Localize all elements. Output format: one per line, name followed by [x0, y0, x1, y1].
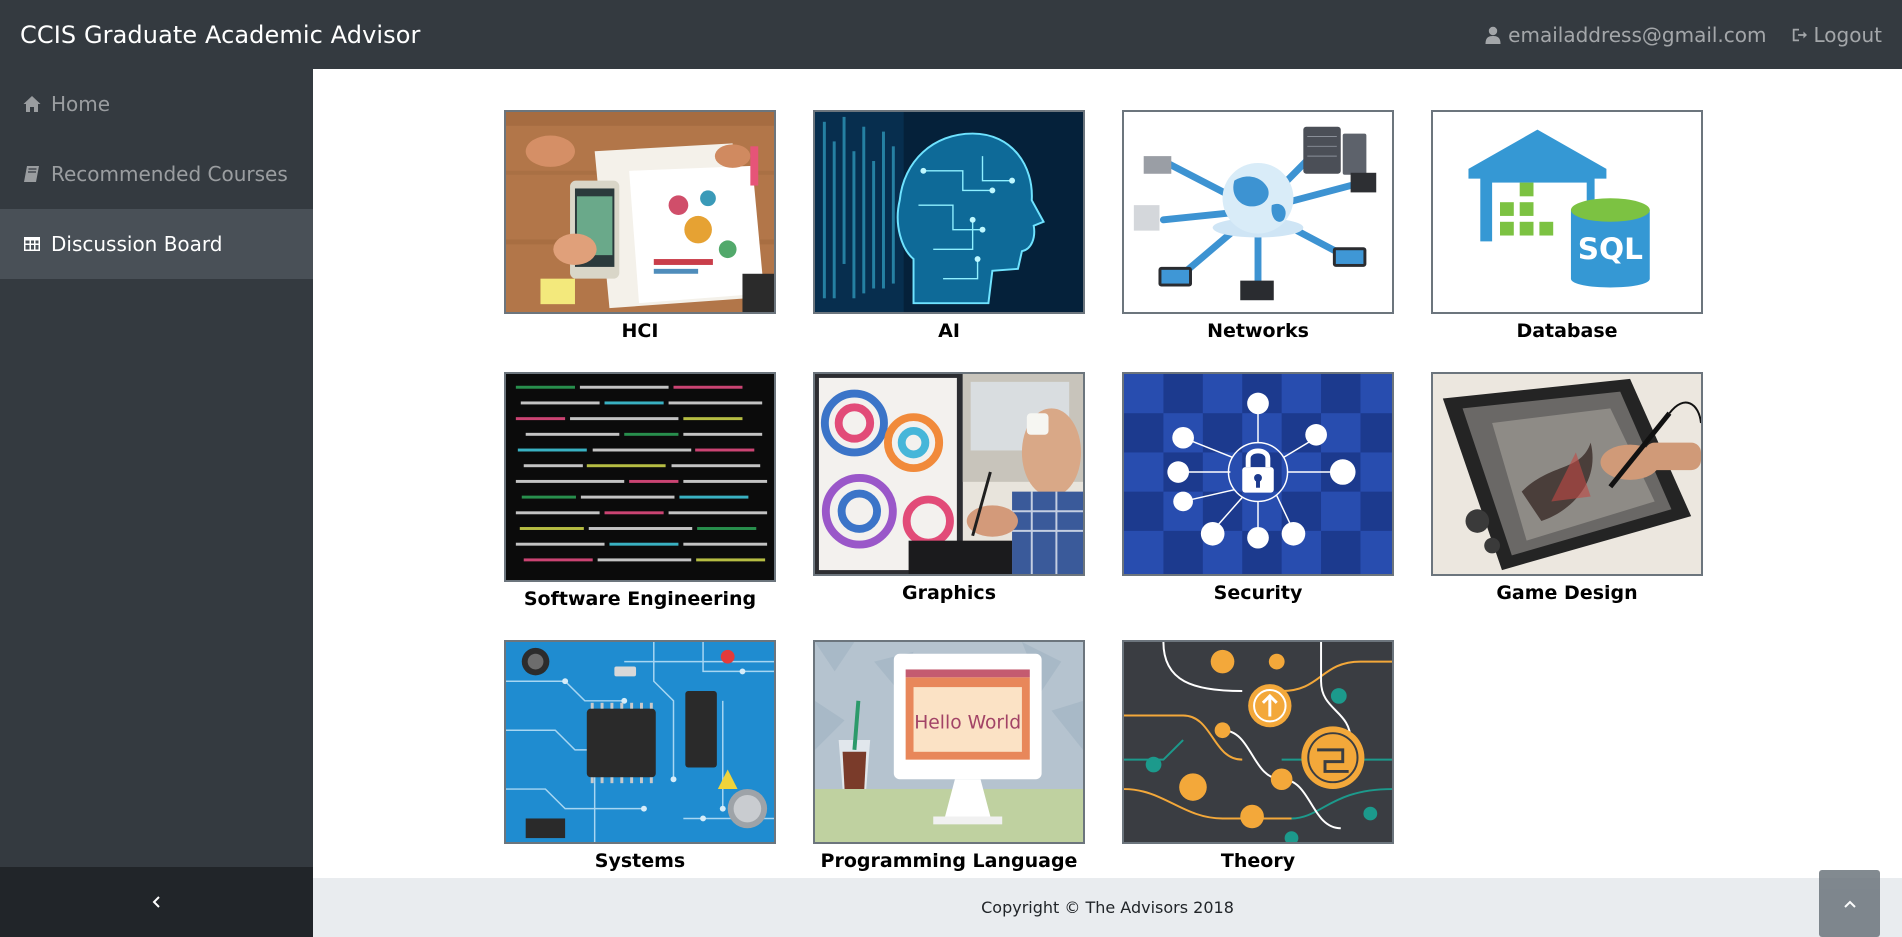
topic-card-software-engineering: Software Engineering [504, 372, 776, 640]
sidebar: Home Recommended Courses Discussion Boar… [0, 69, 313, 937]
sql-label: SQL [1578, 232, 1643, 266]
sidebar-item-discussion-board[interactable]: Discussion Board [0, 209, 313, 279]
app-title[interactable]: CCIS Graduate Academic Advisor [20, 21, 421, 49]
copyright-text: Copyright © The Advisors 2018 [981, 898, 1234, 917]
graphics-thumbnail[interactable] [813, 372, 1085, 576]
navbar-right: emailaddress@gmail.com Logout [1485, 23, 1882, 47]
user-email: emailaddress@gmail.com [1508, 22, 1767, 47]
main-content: HCI AI Networks SQL Database Software En… [313, 69, 1902, 878]
topic-label[interactable]: Software Engineering [524, 588, 756, 640]
topic-label[interactable]: Theory [1221, 850, 1295, 878]
topic-label[interactable]: HCI [622, 320, 659, 372]
topic-label[interactable]: Networks [1207, 320, 1309, 372]
ai-thumbnail[interactable] [813, 110, 1085, 314]
book-icon [24, 166, 39, 182]
programming-language-thumbnail[interactable]: Hello World [813, 640, 1085, 844]
sign-out-icon [1792, 28, 1807, 41]
sidebar-item-label: Recommended Courses [51, 162, 288, 186]
topic-label[interactable]: Programming Language [821, 850, 1078, 878]
software-engineering-thumbnail[interactable] [504, 372, 776, 582]
topic-card-theory: Theory [1122, 640, 1394, 878]
database-thumbnail[interactable]: SQL [1431, 110, 1703, 314]
user-icon [1485, 26, 1501, 44]
scroll-to-top-button[interactable] [1819, 870, 1880, 937]
topic-card-hci: HCI [504, 110, 776, 372]
user-account-link[interactable]: emailaddress@gmail.com [1485, 22, 1767, 47]
topic-grid: HCI AI Networks SQL Database Software En… [504, 110, 1703, 878]
topic-label[interactable]: Security [1214, 582, 1303, 634]
sidebar-item-recommended-courses[interactable]: Recommended Courses [0, 139, 313, 209]
topic-label[interactable]: AI [938, 320, 960, 372]
game-design-thumbnail[interactable] [1431, 372, 1703, 576]
chevron-left-icon [152, 896, 160, 908]
topic-card-ai: AI [813, 110, 1085, 372]
hello-world-text: Hello World [914, 712, 1021, 733]
topic-card-networks: Networks [1122, 110, 1394, 372]
topic-card-security: Security [1122, 372, 1394, 640]
home-icon [23, 96, 41, 112]
top-navbar: CCIS Graduate Academic Advisor emailaddr… [0, 0, 1902, 69]
table-icon [24, 237, 40, 251]
topic-card-graphics: Graphics [813, 372, 1085, 640]
systems-thumbnail[interactable] [504, 640, 776, 844]
sidebar-toggle-button[interactable] [0, 867, 313, 937]
topic-label[interactable]: Graphics [902, 582, 996, 634]
topic-card-programming-language: Hello World Programming Language [813, 640, 1085, 878]
networks-thumbnail[interactable] [1122, 110, 1394, 314]
topic-label[interactable]: Database [1516, 320, 1617, 372]
security-thumbnail[interactable] [1122, 372, 1394, 576]
topic-label[interactable]: Systems [595, 850, 685, 878]
heading-cutoff-glyph [1623, 69, 1643, 75]
topic-card-game-design: Game Design [1431, 372, 1703, 640]
logout-link[interactable]: Logout [1791, 23, 1882, 47]
theory-thumbnail[interactable] [1122, 640, 1394, 844]
chevron-up-icon [1843, 900, 1856, 908]
sidebar-item-label: Home [51, 92, 111, 116]
topic-label[interactable]: Game Design [1496, 582, 1637, 634]
sidebar-item-label: Discussion Board [51, 232, 223, 256]
hci-thumbnail[interactable] [504, 110, 776, 314]
sidebar-item-home[interactable]: Home [0, 69, 313, 139]
footer: Copyright © The Advisors 2018 [313, 878, 1902, 937]
topic-card-systems: Systems [504, 640, 776, 878]
topic-card-database: SQL Database [1431, 110, 1703, 372]
logout-label: Logout [1813, 22, 1882, 47]
